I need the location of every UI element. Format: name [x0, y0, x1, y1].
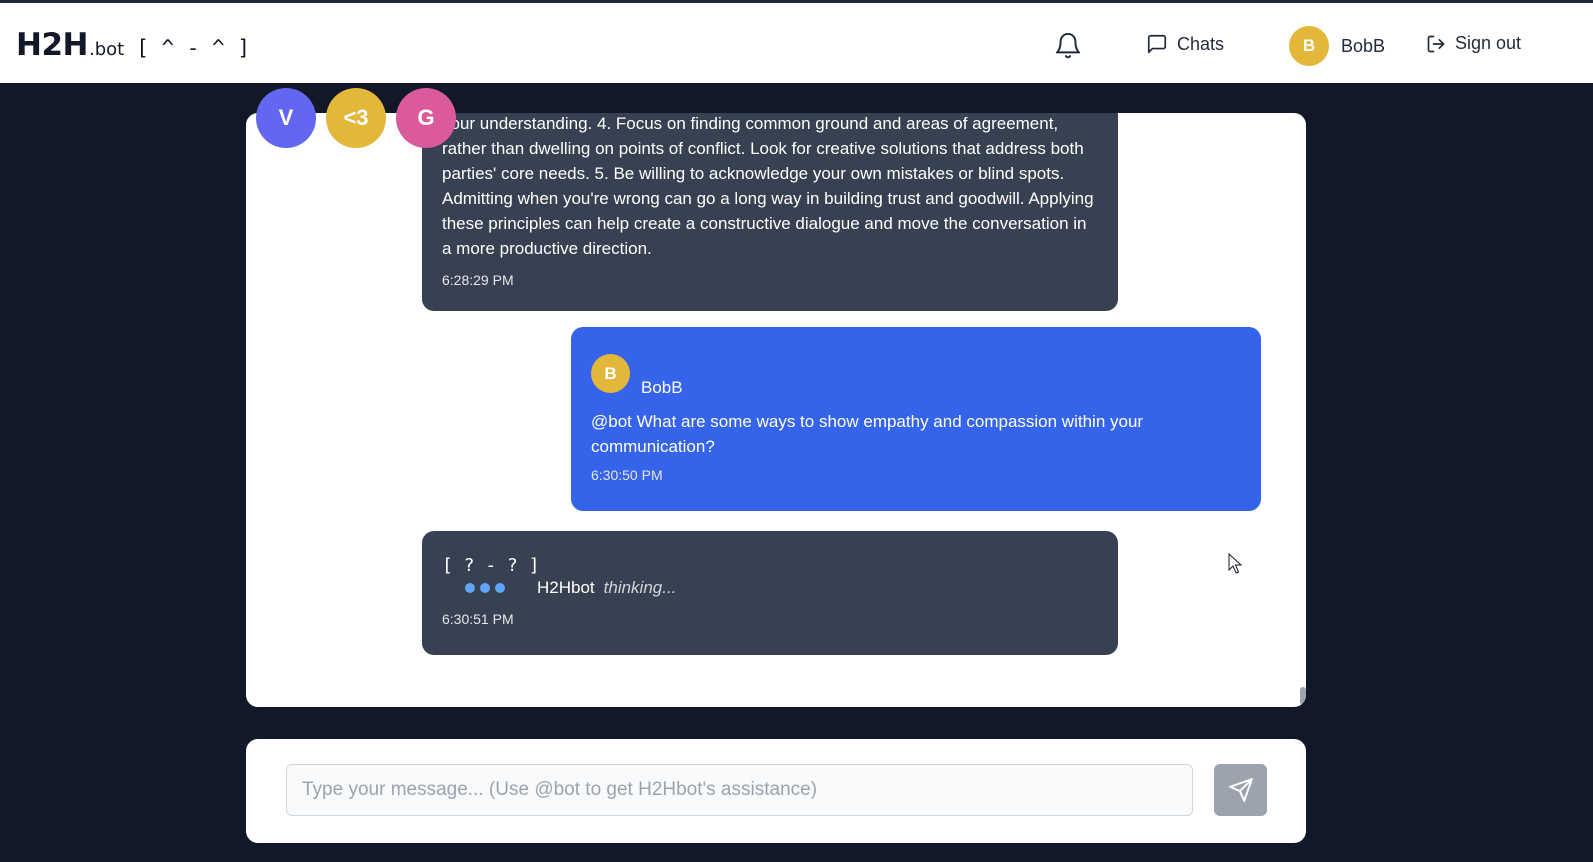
message-text: your understanding. 4. Focus on finding … [442, 114, 1094, 258]
sign-out-icon [1427, 35, 1445, 52]
user-profile-menu[interactable]: B BobB [1289, 26, 1385, 66]
nav-chats-label: Chats [1177, 33, 1225, 54]
sign-out-button[interactable]: Sign out [1426, 33, 1521, 54]
thinking-status: thinking... [603, 578, 677, 597]
brand-logo[interactable]: H2H .bot [ ^ - ^ ] [16, 27, 250, 63]
message-timestamp: 6:28:29 PM [442, 272, 514, 288]
notifications-bell-icon[interactable] [1053, 29, 1083, 61]
bot-thinking-message: [ ? - ? ] H2Hbot thinking... 6:30:51 PM [422, 531, 1118, 655]
participant-avatar[interactable]: G [396, 88, 456, 148]
message-text: @bot What are some ways to show empathy … [591, 412, 1144, 456]
user-avatar: B [1289, 26, 1329, 66]
top-navbar: H2H .bot [ ^ - ^ ] Chats B BobB Sign out [0, 0, 1593, 83]
message-composer [246, 739, 1306, 843]
participant-avatar[interactable]: <3 [326, 88, 386, 148]
logo-face-text: [ ^ - ^ ] [136, 36, 250, 60]
nav-chats-link[interactable]: Chats [1146, 33, 1224, 55]
user-name: BobB [1341, 35, 1386, 56]
sign-out-label: Sign out [1455, 33, 1522, 53]
scrollbar-thumb[interactable] [1300, 687, 1306, 705]
send-icon [1228, 778, 1253, 802]
sender-name: H2Hbot [537, 578, 595, 597]
send-button[interactable] [1214, 764, 1267, 816]
logo-main-text: H2H [16, 27, 88, 63]
typing-dots-icon [465, 583, 537, 593]
sender-name: BobB [641, 378, 683, 397]
bot-face-text: [ ? - ? ] [442, 555, 540, 576]
message-input[interactable] [286, 764, 1193, 816]
message-timestamp: 6:30:50 PM [591, 467, 663, 483]
logo-suffix-text: .bot [88, 39, 125, 60]
message-timestamp: 6:30:51 PM [442, 611, 514, 627]
participant-avatar[interactable]: V [256, 88, 316, 148]
sender-avatar: B [591, 354, 630, 393]
bot-message: your understanding. 4. Focus on finding … [422, 113, 1118, 311]
chat-messages-panel[interactable]: your understanding. 4. Focus on finding … [246, 113, 1306, 707]
user-message: B BobB @bot What are some ways to show e… [571, 327, 1261, 511]
chat-bubble-icon [1147, 34, 1167, 54]
mouse-pointer-icon [1228, 553, 1243, 574]
